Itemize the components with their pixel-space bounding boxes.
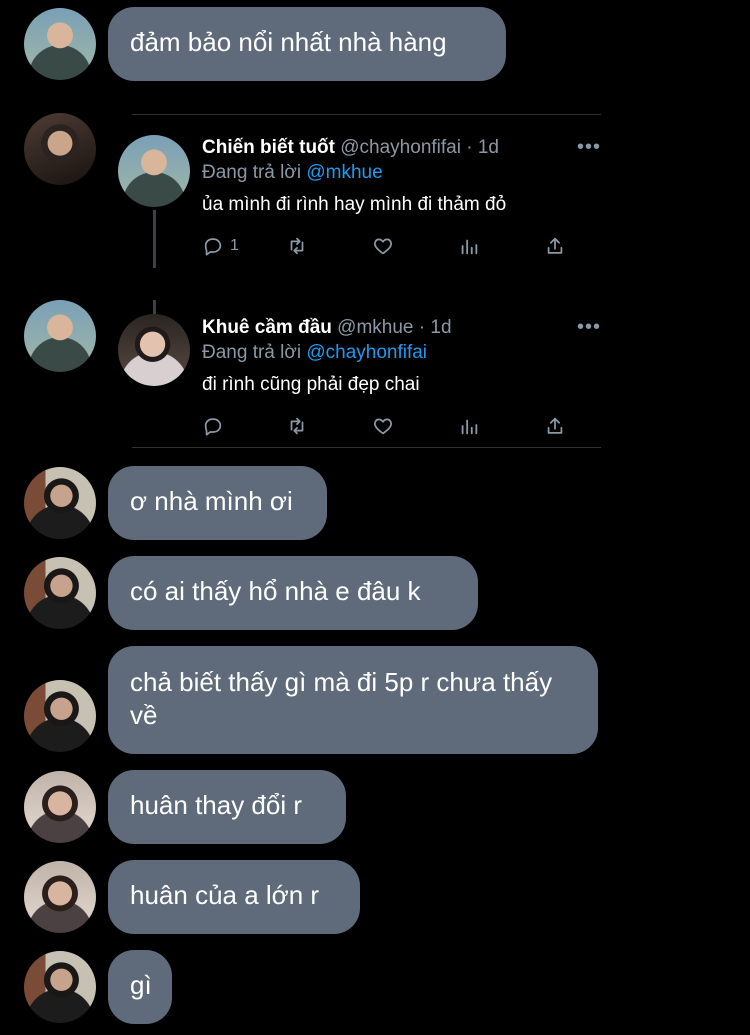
share-button[interactable] (544, 233, 566, 259)
tweet-text: ủa mình đi rình hay mình đi thảm đỏ (202, 194, 507, 215)
retweet-button[interactable] (286, 233, 308, 259)
thread-line (153, 210, 156, 268)
analytics-icon (461, 239, 478, 255)
message-bubble[interactable]: đảm bảo nổi nhất nhà hàng (108, 7, 506, 81)
avatar[interactable] (24, 113, 96, 185)
share-icon (547, 237, 563, 254)
message-text: gì (130, 970, 152, 1000)
avatar[interactable] (24, 300, 96, 372)
more-icon[interactable]: ••• (577, 316, 601, 339)
share-icon (547, 417, 563, 434)
retweet-button[interactable] (286, 413, 308, 439)
analytics-button[interactable] (458, 413, 480, 439)
divider (132, 447, 601, 448)
shared-tweet[interactable]: Chiến biết tuốt @chayhonfifai · 1d ••• Đ… (108, 114, 601, 274)
message-text: huân của a lớn r (130, 880, 320, 910)
avatar[interactable] (24, 467, 96, 539)
message-text: chả biết thấy gì mà đi 5p r chưa thấy về (130, 667, 553, 730)
reply-context: Đang trả lời @chayhonfifai (202, 342, 427, 364)
message-text: đảm bảo nổi nhất nhà hàng (130, 27, 447, 57)
like-button[interactable] (372, 233, 394, 259)
avatar[interactable] (24, 557, 96, 629)
message-bubble[interactable]: có ai thấy hổ nhà e đâu k (108, 556, 478, 630)
shared-tweet[interactable]: Khuê cầm đầu @mkhue · 1d ••• Đang trả lờ… (108, 296, 601, 450)
reply-prefix: Đang trả lời (202, 162, 302, 183)
message-bubble[interactable]: huân của a lớn r (108, 860, 360, 934)
tweet-actions: 1 (202, 233, 582, 259)
retweet-icon (290, 417, 304, 435)
mention-link[interactable]: @chayhonfifai (306, 342, 427, 363)
tweet-actions (202, 413, 582, 439)
tweet-author-name[interactable]: Khuê cầm đầu (202, 317, 332, 338)
message-bubble[interactable]: ơ nhà mình ơi (108, 466, 327, 540)
reply-count: 1 (230, 237, 239, 254)
meta-separator: · (418, 317, 426, 338)
tweet-author-name[interactable]: Chiến biết tuốt (202, 137, 335, 158)
reply-button[interactable] (202, 413, 230, 439)
like-icon (374, 418, 392, 435)
tweet-header: Chiến biết tuốt @chayhonfifai · 1d (202, 137, 499, 159)
message-bubble[interactable]: huân thay đổi r (108, 770, 346, 844)
retweet-icon (290, 237, 304, 255)
analytics-button[interactable] (458, 233, 480, 259)
divider (132, 114, 601, 115)
meta-separator: · (466, 137, 473, 158)
analytics-icon (461, 419, 478, 435)
like-button[interactable] (372, 413, 394, 439)
reply-button[interactable]: 1 (202, 233, 239, 259)
reply-icon (204, 418, 222, 436)
reply-icon (204, 238, 222, 256)
tweet-handle[interactable]: @mkhue (337, 317, 413, 338)
message-text: huân thay đổi r (130, 790, 303, 820)
avatar[interactable] (24, 680, 96, 752)
like-icon (374, 238, 392, 255)
reply-context: Đang trả lời @mkhue (202, 162, 383, 184)
share-button[interactable] (544, 413, 566, 439)
message-text: ơ nhà mình ơi (130, 486, 293, 516)
avatar[interactable] (24, 8, 96, 80)
message-bubble[interactable]: gì (108, 950, 172, 1024)
tweet-header: Khuê cầm đầu @mkhue · 1d (202, 317, 452, 339)
more-icon[interactable]: ••• (577, 136, 601, 159)
tweet-author-avatar[interactable] (118, 135, 190, 207)
message-bubble[interactable]: chả biết thấy gì mà đi 5p r chưa thấy về (108, 646, 598, 754)
tweet-handle[interactable]: @chayhonfifai (340, 137, 461, 158)
mention-link[interactable]: @mkhue (306, 162, 382, 183)
tweet-text: đi rình cũng phải đẹp chai (202, 374, 420, 395)
thread-line (153, 300, 156, 314)
avatar[interactable] (24, 951, 96, 1023)
tweet-time[interactable]: 1d (430, 317, 451, 338)
tweet-author-avatar[interactable] (118, 314, 190, 386)
reply-prefix: Đang trả lời (202, 342, 302, 363)
avatar[interactable] (24, 861, 96, 933)
message-text: có ai thấy hổ nhà e đâu k (130, 576, 421, 606)
tweet-time[interactable]: 1d (478, 137, 499, 158)
avatar[interactable] (24, 771, 96, 843)
